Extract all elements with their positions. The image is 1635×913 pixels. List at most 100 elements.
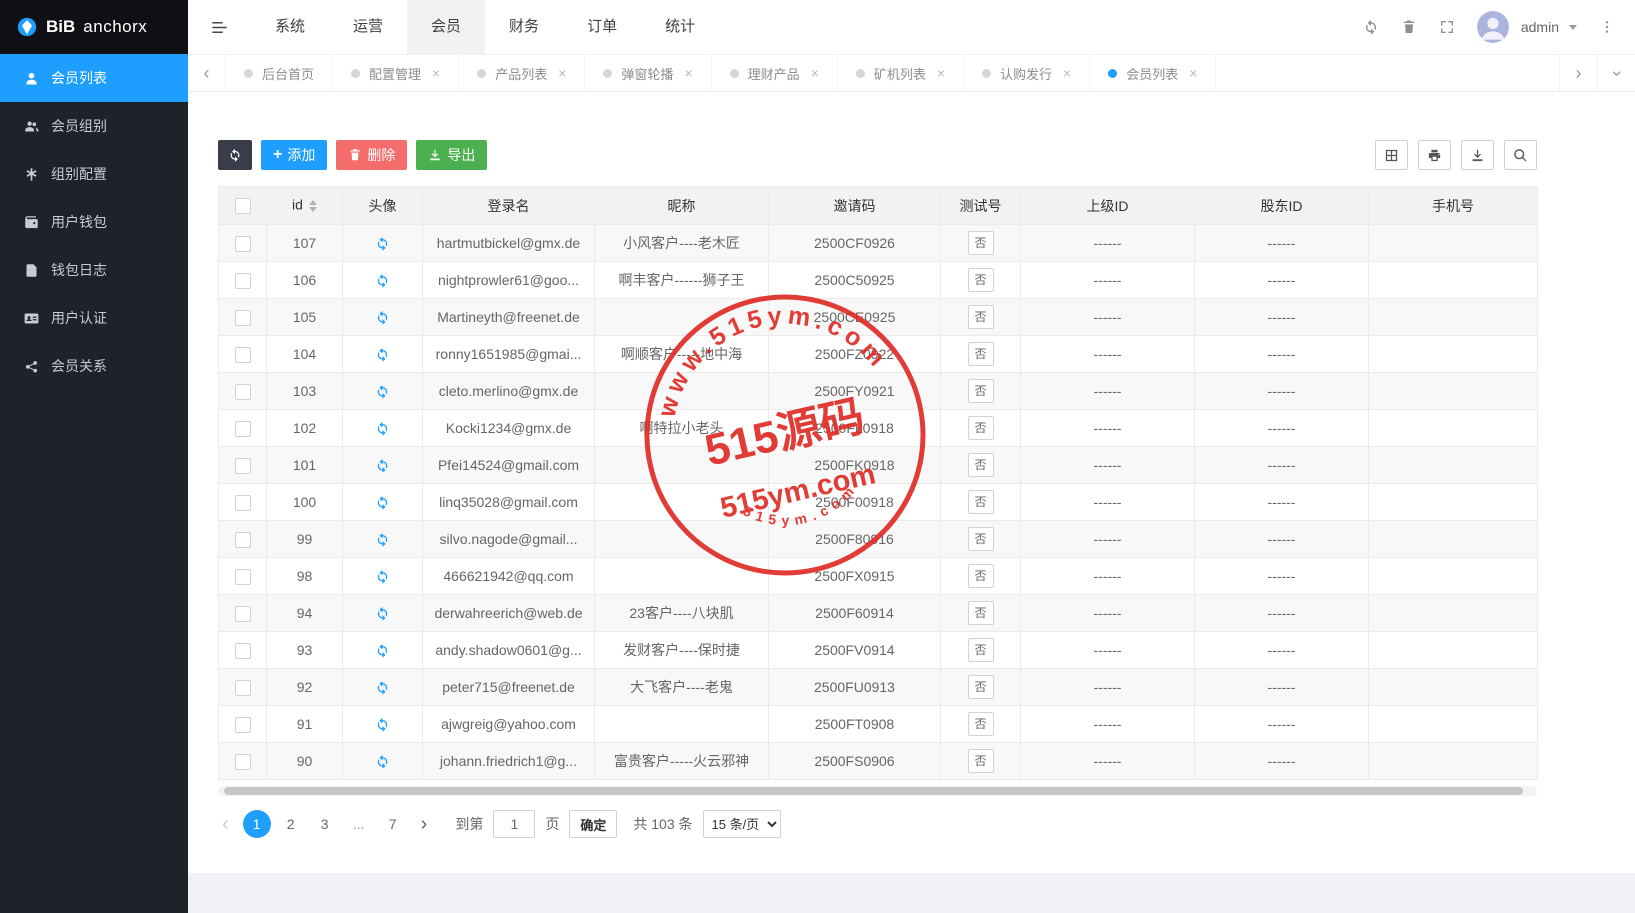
- page-button[interactable]: 2: [277, 810, 305, 838]
- refresh-icon[interactable]: [1363, 19, 1379, 35]
- next-page-icon[interactable]: ›: [417, 813, 432, 836]
- row-checkbox[interactable]: [235, 680, 251, 696]
- row-checkbox[interactable]: [235, 273, 251, 289]
- columns-icon-button[interactable]: [1375, 140, 1408, 170]
- tab-label: 产品列表: [495, 64, 547, 83]
- table-row[interactable]: 98 466621942@qq.com 2500FX0915 否 ------ …: [219, 558, 1538, 595]
- table-row[interactable]: 91 ajwgreig@yahoo.com 2500FT0908 否 -----…: [219, 706, 1538, 743]
- hamburger-icon[interactable]: [188, 18, 251, 37]
- print-icon-button[interactable]: [1418, 140, 1451, 170]
- table-row[interactable]: 93 andy.shadow0601@g... 发财客户----保时捷 2500…: [219, 632, 1538, 669]
- tab-close-icon[interactable]: ×: [558, 65, 566, 81]
- topnav-item[interactable]: 统计: [641, 0, 719, 54]
- row-checkbox[interactable]: [235, 236, 251, 252]
- search-icon-button[interactable]: [1504, 140, 1537, 170]
- col-id[interactable]: id: [267, 187, 343, 225]
- more-icon[interactable]: [1599, 19, 1615, 35]
- row-checkbox[interactable]: [235, 421, 251, 437]
- row-checkbox[interactable]: [235, 643, 251, 659]
- topnav-item[interactable]: 系统: [251, 0, 329, 54]
- row-checkbox[interactable]: [235, 310, 251, 326]
- table-row[interactable]: 106 nightprowler61@goo... 啊丰客户------狮子王 …: [219, 262, 1538, 299]
- tab-close-icon[interactable]: ×: [1189, 65, 1197, 81]
- table-row[interactable]: 105 Martineyth@freenet.de 2500CE0925 否 -…: [219, 299, 1538, 336]
- tab[interactable]: 会员列表 ×: [1090, 55, 1216, 91]
- caret-down-icon[interactable]: [1569, 25, 1577, 34]
- row-checkbox[interactable]: [235, 717, 251, 733]
- table-row[interactable]: 102 Kocki1234@gmx.de 啊特拉小老头 2500FL0918 否…: [219, 410, 1538, 447]
- table-row[interactable]: 101 Pfei14524@gmail.com 2500FK0918 否 ---…: [219, 447, 1538, 484]
- tab-close-icon[interactable]: ×: [937, 65, 945, 81]
- table-row[interactable]: 94 derwahreerich@web.de 23客户----八块肌 2500…: [219, 595, 1538, 632]
- sidebar-item[interactable]: 会员关系: [0, 342, 188, 390]
- sidebar-item-label: 组别配置: [51, 164, 107, 184]
- page-button[interactable]: 1: [243, 810, 271, 838]
- goto-page-input[interactable]: [493, 810, 535, 838]
- add-button[interactable]: +添加: [261, 140, 327, 170]
- page-size-select[interactable]: 15 条/页: [703, 810, 781, 838]
- sidebar-item[interactable]: 用户钱包: [0, 198, 188, 246]
- horizontal-scrollbar-thumb[interactable]: [224, 787, 1523, 795]
- tab[interactable]: 弹窗轮播 ×: [585, 55, 711, 91]
- row-checkbox[interactable]: [235, 532, 251, 548]
- tab[interactable]: 后台首页 ×: [226, 55, 333, 91]
- table-row[interactable]: 100 linq35028@gmail.com 2500F00918 否 ---…: [219, 484, 1538, 521]
- table-row[interactable]: 104 ronny1651985@gmai... 啊顺客户-----地中海 25…: [219, 336, 1538, 373]
- table-row[interactable]: 90 johann.friedrich1@g... 富贵客户-----火云邪神 …: [219, 743, 1538, 780]
- sidebar-item[interactable]: 钱包日志: [0, 246, 188, 294]
- topnav-item[interactable]: 运营: [329, 0, 407, 54]
- cell-phone: [1369, 558, 1538, 595]
- sidebar-item[interactable]: 会员组别: [0, 102, 188, 150]
- sort-icon[interactable]: [309, 196, 317, 216]
- topnav-item[interactable]: 财务: [485, 0, 563, 54]
- table-row[interactable]: 103 cleto.merlino@gmx.de 2500FY0921 否 --…: [219, 373, 1538, 410]
- tab[interactable]: 产品列表 ×: [459, 55, 585, 91]
- tab-dot-icon: [244, 69, 253, 78]
- page-button[interactable]: 7: [379, 810, 407, 838]
- delete-button[interactable]: 删除: [336, 140, 407, 170]
- cell-test: 否: [941, 521, 1021, 558]
- table-row[interactable]: 107 hartmutbickel@gmx.de 小风客户----老木匠 250…: [219, 225, 1538, 262]
- row-checkbox[interactable]: [235, 606, 251, 622]
- user-avatar[interactable]: [1477, 11, 1509, 43]
- export-icon-button[interactable]: [1461, 140, 1494, 170]
- table-row[interactable]: 92 peter715@freenet.de 大飞客户----老鬼 2500FU…: [219, 669, 1538, 706]
- sidebar-item[interactable]: 组别配置: [0, 150, 188, 198]
- tab[interactable]: 认购发行 ×: [964, 55, 1090, 91]
- topnav-item[interactable]: 会员: [407, 0, 485, 54]
- confirm-button[interactable]: 确定: [569, 810, 617, 838]
- export-button[interactable]: 导出: [416, 140, 487, 170]
- row-checkbox[interactable]: [235, 495, 251, 511]
- tab[interactable]: 矿机列表 ×: [838, 55, 964, 91]
- page-button[interactable]: ...: [345, 810, 373, 838]
- prev-page-icon[interactable]: ‹: [218, 813, 233, 836]
- trash-icon[interactable]: [1401, 19, 1417, 35]
- row-checkbox[interactable]: [235, 347, 251, 363]
- tab[interactable]: 配置管理 ×: [333, 55, 459, 91]
- cell-phone: [1369, 669, 1538, 706]
- select-all-checkbox[interactable]: [235, 198, 251, 214]
- tab-close-icon[interactable]: ×: [684, 65, 692, 81]
- sidebar-item[interactable]: 用户认证: [0, 294, 188, 342]
- tabs-menu-icon[interactable]: ›: [1597, 55, 1635, 91]
- tab[interactable]: 理财产品 ×: [712, 55, 838, 91]
- tab-close-icon[interactable]: ×: [1063, 65, 1071, 81]
- tabs-scroll-left-icon[interactable]: ‹: [188, 55, 226, 91]
- pagination: ‹ 1 2 3 ... 7 ›: [218, 810, 1537, 838]
- test-badge: 否: [968, 416, 994, 440]
- topnav-item[interactable]: 订单: [563, 0, 641, 54]
- refresh-table-button[interactable]: [218, 140, 252, 170]
- user-name[interactable]: admin: [1521, 19, 1559, 35]
- tab-close-icon[interactable]: ×: [432, 65, 440, 81]
- fullscreen-icon[interactable]: [1439, 19, 1455, 35]
- table-row[interactable]: 99 silvo.nagode@gmail... 2500F80916 否 --…: [219, 521, 1538, 558]
- tabs-scroll-right-icon[interactable]: ›: [1559, 55, 1597, 91]
- page-button[interactable]: 3: [311, 810, 339, 838]
- top-navbar: 系统 运营 会员 财务 订单 统计 admin: [188, 0, 1635, 54]
- row-checkbox[interactable]: [235, 384, 251, 400]
- row-checkbox[interactable]: [235, 569, 251, 585]
- sidebar-item[interactable]: 会员列表: [0, 54, 188, 102]
- row-checkbox[interactable]: [235, 458, 251, 474]
- tab-close-icon[interactable]: ×: [811, 65, 819, 81]
- row-checkbox[interactable]: [235, 754, 251, 770]
